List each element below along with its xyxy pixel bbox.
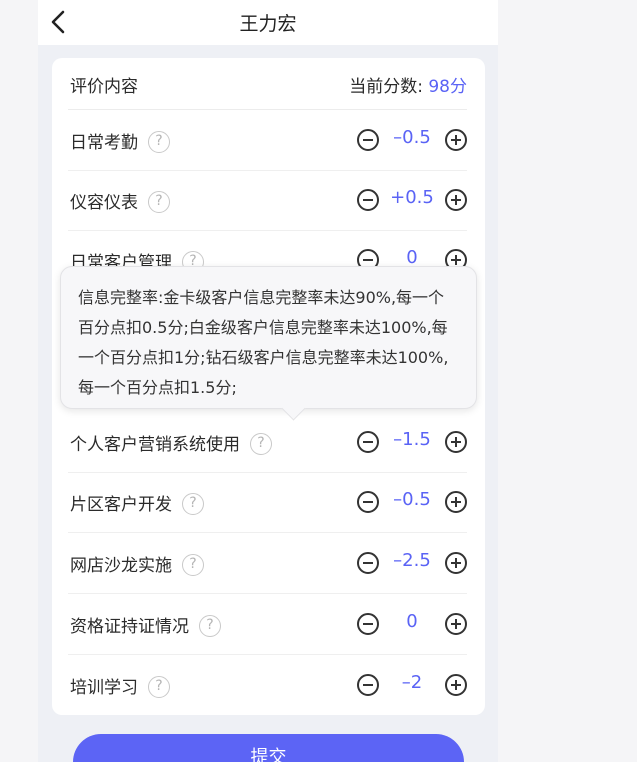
row-label-text: 培训学习 [70,678,138,698]
help-icon[interactable]: ? [148,675,170,698]
row-label: 个人客户营销系统使用? [70,430,272,455]
decrease-button[interactable] [357,674,379,696]
current-score-label: 当前分数: [349,77,423,97]
score-adjustment: –2.5 [393,550,431,571]
score-adjustment: –0.5 [393,127,431,148]
decrease-button[interactable] [357,189,379,211]
current-score: 当前分数: 98分 [349,72,467,97]
increase-button[interactable] [445,552,467,574]
help-icon[interactable]: ? [148,130,170,153]
row-label-text: 个人客户营销系统使用 [70,435,240,455]
decrease-button[interactable] [357,491,379,513]
row-label: 网店沙龙实施? [70,551,204,576]
row-label-text: 片区客户开发 [70,495,172,515]
tooltip-text: 信息完整率:金卡级客户信息完整率未达90%,每一个百分点扣0.5分;白金级客户信… [78,288,449,397]
row-label: 片区客户开发? [70,490,204,515]
help-icon[interactable]: ? [182,492,204,515]
page: 王力宏 评价内容 当前分数: 98分 日常考勤? –0.5 仪容仪表? +0.5… [38,0,498,762]
increase-button[interactable] [445,613,467,635]
row-label-text: 日常考勤 [70,133,138,153]
card-header: 评价内容 当前分数: 98分 [68,58,467,110]
row-label: 资格证持证情况? [70,612,221,637]
evaluation-content-label: 评价内容 [70,77,138,97]
row-label: 日常考勤? [70,128,170,153]
help-icon[interactable]: ? [182,553,204,576]
increase-button[interactable] [445,431,467,453]
score-adjustment: 0 [406,611,418,632]
score-adjustment: +0.5 [390,187,434,208]
help-icon[interactable]: ? [250,432,272,455]
score-row-appearance: 仪容仪表? +0.5 [68,170,467,231]
score-adjustment: –2 [401,672,423,693]
row-label: 仪容仪表? [70,188,170,213]
score-row-training: 培训学习? –2 [68,655,467,715]
help-icon[interactable]: ? [148,190,170,213]
help-icon[interactable]: ? [199,614,221,637]
score-adjustment: 0 [406,247,418,268]
page-title: 王力宏 [239,13,297,35]
decrease-button[interactable] [357,613,379,635]
score-adjustment: –1.5 [393,429,431,450]
score-row-district-development: 片区客户开发? –0.5 [68,472,467,533]
submit-button[interactable]: 提交 [73,734,464,762]
score-row-salon: 网店沙龙实施? –2.5 [68,533,467,594]
score-row-attendance: 日常考勤? –0.5 [68,110,467,171]
row-label-text: 仪容仪表 [70,193,138,213]
row-label: 培训学习? [70,673,170,698]
increase-button[interactable] [445,674,467,696]
current-score-value: 98分 [428,77,467,97]
increase-button[interactable] [445,129,467,151]
decrease-button[interactable] [357,431,379,453]
score-row-certification: 资格证持证情况? 0 [68,594,467,655]
row-label-text: 网店沙龙实施 [70,556,172,576]
help-tooltip: 信息完整率:金卡级客户信息完整率未达90%,每一个百分点扣0.5分;白金级客户信… [60,266,477,421]
score-row-marketing-system: 个人客户营销系统使用? –1.5 [68,412,467,473]
score-adjustment: –0.5 [393,489,431,510]
decrease-button[interactable] [357,552,379,574]
increase-button[interactable] [445,189,467,211]
decrease-button[interactable] [357,129,379,151]
increase-button[interactable] [445,491,467,513]
row-label-text: 资格证持证情况 [70,617,189,637]
nav-bar: 王力宏 [38,0,498,45]
